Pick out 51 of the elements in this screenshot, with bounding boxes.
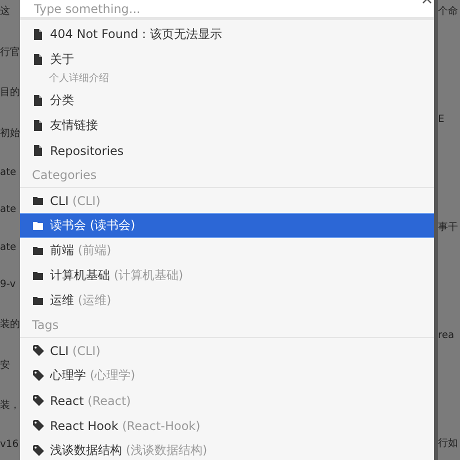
folder-icon (33, 270, 44, 281)
page-text: 行如 (438, 437, 459, 450)
document-icon (33, 95, 44, 106)
search-field[interactable]: Type something... (20, 0, 434, 17)
page-text: 装的 (0, 318, 20, 331)
document-icon (33, 120, 44, 131)
section-heading: Tags (20, 313, 434, 338)
result-item[interactable]: CLI (CLI) (20, 338, 434, 363)
page-text: ate (0, 166, 18, 178)
section-heading: Categories (20, 163, 434, 188)
page-text: 行官 (0, 46, 20, 59)
page-text: 安 (0, 358, 11, 372)
page-text: 初始 (0, 126, 20, 140)
page-text: 事干 (438, 220, 459, 234)
tag-icon (33, 370, 44, 381)
page-text: 9-v (0, 279, 17, 290)
page-text: v16 (0, 438, 20, 450)
result-item[interactable]: React Hook (React-Hook) (20, 413, 434, 438)
result-item[interactable]: 友情链接 (20, 113, 434, 138)
page-text: ate (0, 204, 18, 216)
tag-icon (33, 395, 44, 406)
page-text: 个命 (438, 5, 459, 18)
result-item[interactable]: 计算机基础 (计算机基础) (20, 263, 434, 288)
result-item[interactable]: 运维 (运维) (20, 288, 434, 313)
page-text: 目的 (0, 86, 20, 100)
result-item[interactable]: 404 Not Found：该页无法显示 (20, 22, 434, 47)
folder-icon (33, 220, 44, 231)
result-item[interactable]: 浅谈数据结构 (浅谈数据结构) (20, 438, 434, 460)
result-subtitle: 个人详细介绍 (48, 72, 109, 84)
page-text: 装， (0, 398, 20, 412)
result-item[interactable]: 心理学 (心理学) (20, 363, 434, 388)
result-item[interactable]: 分类 (20, 88, 434, 113)
tag-icon (33, 345, 44, 356)
folder-icon (33, 245, 44, 256)
result-item[interactable]: CLI (CLI) (20, 188, 434, 213)
folder-icon (33, 195, 44, 206)
document-icon (33, 29, 44, 40)
result-item[interactable]: React (React) (20, 388, 434, 413)
result-item[interactable]: 读书会 (读书会) (20, 213, 434, 238)
tag-icon (33, 420, 44, 431)
page-text: E (438, 114, 446, 124)
result-item[interactable]: 前端 (前端) (20, 238, 434, 263)
tag-icon (33, 445, 44, 456)
result-item[interactable]: 关于 个人详细介绍 (20, 47, 434, 88)
page-text: ate (0, 242, 18, 253)
page-text: rea (438, 330, 456, 340)
document-icon (33, 145, 44, 156)
result-item[interactable]: Repositories (20, 138, 434, 163)
folder-icon (33, 295, 44, 306)
document-icon (33, 54, 44, 64)
page-text: 这 (0, 4, 11, 18)
